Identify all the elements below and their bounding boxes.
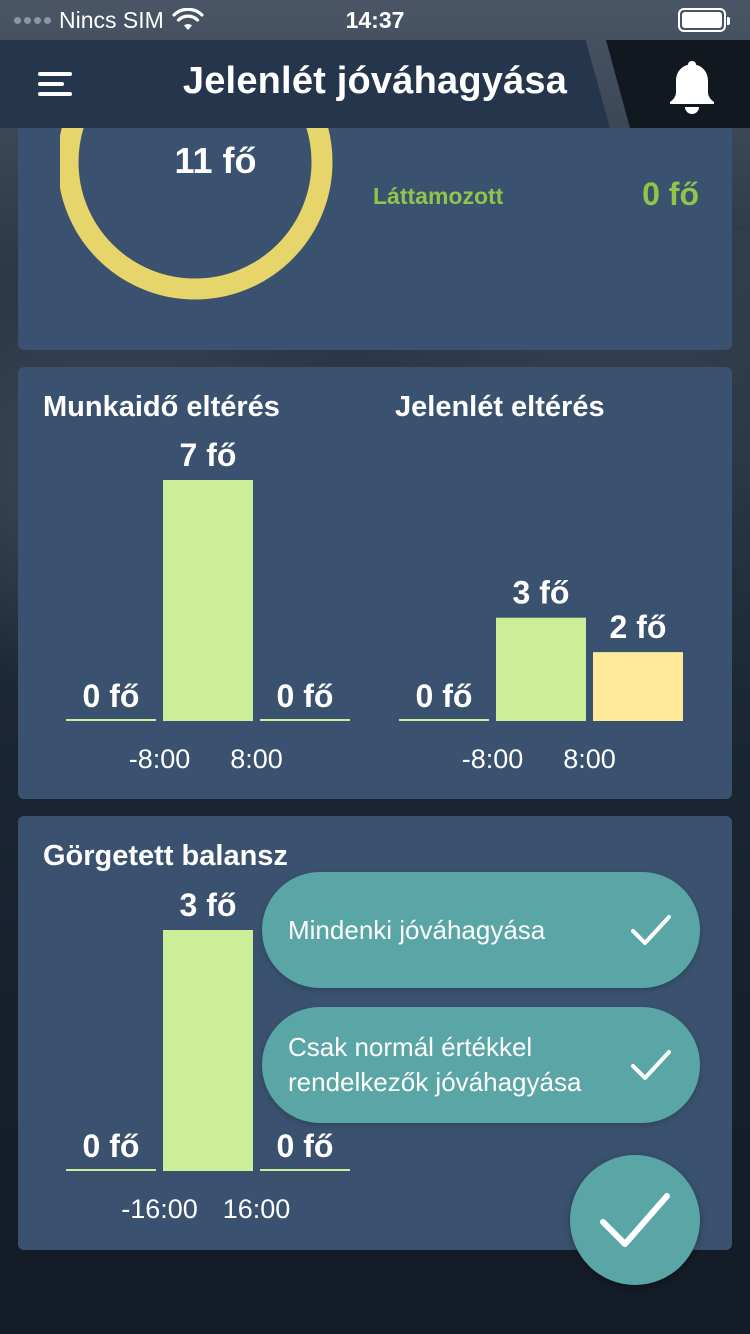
signal-icon bbox=[14, 16, 51, 24]
chart-value-label: 0 fő bbox=[416, 678, 473, 714]
chart-tick-label: 8:00 bbox=[230, 744, 283, 774]
chart-tick-label: 8:00 bbox=[563, 744, 616, 774]
nav-bar: Jelenlét jóváhagyása bbox=[0, 40, 750, 128]
chart-tick-label: -8:00 bbox=[462, 744, 524, 774]
page-title: Jelenlét jóváhagyása bbox=[182, 60, 568, 102]
chart-bar-baseline bbox=[260, 719, 350, 721]
check-icon bbox=[600, 1193, 670, 1247]
chart-bar-baseline bbox=[399, 719, 489, 721]
approve-fab-button[interactable] bbox=[570, 1155, 700, 1285]
chart-value-label: 2 fő bbox=[610, 609, 667, 645]
check-icon bbox=[631, 1050, 671, 1080]
chart-value-label: 3 fő bbox=[180, 887, 237, 923]
chart-value-label: 0 fő bbox=[83, 678, 140, 714]
deviation-charts: 0 fő 7 fő 0 fő -8:00 8:00 0 fő 3 fő 2 fő -8:00 8:… bbox=[66, 437, 683, 774]
summary-card: 11 fő Láttamozott 0 fő bbox=[18, 58, 732, 350]
bell-icon[interactable] bbox=[666, 58, 718, 114]
chart-value-label: 0 fő bbox=[277, 1128, 334, 1164]
seen-label: Láttamozott bbox=[373, 183, 504, 209]
approve-all-button[interactable]: Mindenki jóváhagyása bbox=[262, 872, 700, 988]
status-left: Nincs SIM bbox=[14, 7, 204, 34]
chart-bar bbox=[163, 930, 253, 1171]
chart-tick-label: -16:00 bbox=[121, 1194, 198, 1224]
seen-value: 0 fő bbox=[642, 176, 699, 212]
chart-bar bbox=[496, 617, 586, 721]
chart-bar-baseline bbox=[66, 719, 156, 721]
approve-normal-button[interactable]: Csak normál értékkel rendelkezők jóváhag… bbox=[262, 1007, 700, 1123]
deviation-card: Munkaidő eltérés Jelenlét eltérés 0 fő 7 … bbox=[18, 367, 732, 799]
chart-bar bbox=[593, 652, 683, 721]
approve-all-label: Mindenki jóváhagyása bbox=[288, 914, 546, 945]
chart-bar-baseline bbox=[66, 1169, 156, 1171]
chart-tick-label: -8:00 bbox=[129, 744, 191, 774]
battery-icon bbox=[678, 8, 730, 32]
wifi-icon bbox=[172, 8, 204, 30]
approve-normal-label: Csak normál értékkel rendelkezők jóváhag… bbox=[288, 1032, 582, 1097]
chart-value-label: 0 fő bbox=[83, 1128, 140, 1164]
chart-value-label: 3 fő bbox=[513, 575, 570, 611]
chart-bar bbox=[163, 480, 253, 721]
chart-bar-baseline bbox=[260, 1169, 350, 1171]
status-bar: Nincs SIM 14:37 bbox=[0, 0, 750, 40]
chart-tick-label: 16:00 bbox=[223, 1194, 291, 1224]
chart-value-label: 0 fő bbox=[277, 678, 334, 714]
chart-value-label: 7 fő bbox=[180, 437, 237, 473]
check-icon bbox=[631, 915, 671, 945]
carrier-label: Nincs SIM bbox=[59, 6, 164, 33]
ring-value: 11 fő bbox=[174, 140, 257, 181]
